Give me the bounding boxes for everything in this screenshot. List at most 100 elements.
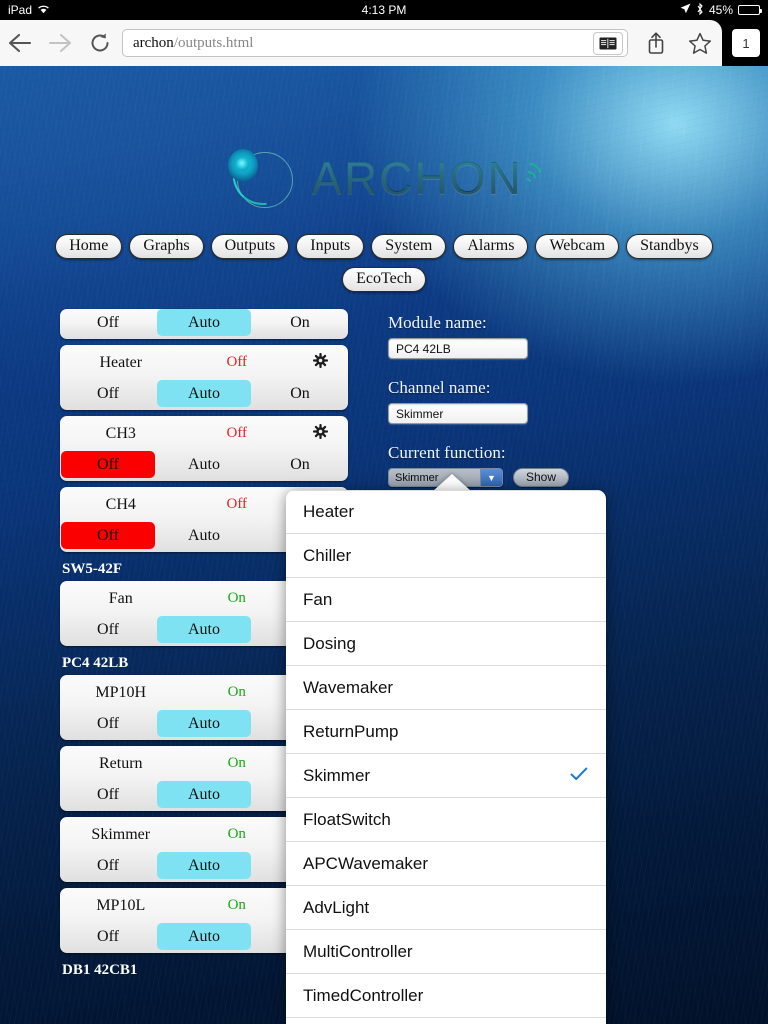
logo-signal-icon xyxy=(514,158,547,198)
output-status: On xyxy=(227,826,246,842)
popover-item-label: APCWavemaker xyxy=(303,853,429,873)
gear-icon[interactable] xyxy=(292,424,348,443)
popover-item-label: AdvLight xyxy=(303,897,370,917)
popover-item-floatswitch[interactable]: FloatSwitch xyxy=(286,798,606,842)
address-bar[interactable]: archon/outputs.html xyxy=(122,29,628,57)
nav-item-standbys[interactable]: Standbys xyxy=(626,234,713,259)
popover-item-skimmer[interactable]: Skimmer xyxy=(286,754,606,798)
output-status: Off xyxy=(226,496,248,512)
popover-item-label: Fan xyxy=(303,589,333,609)
nav-item-alarms[interactable]: Alarms xyxy=(453,234,529,259)
popover-item-multicontroller[interactable]: MultiController xyxy=(286,930,606,974)
module-name-input[interactable]: PC4 42LB xyxy=(388,338,528,359)
share-icon[interactable] xyxy=(634,20,678,66)
reload-icon[interactable] xyxy=(80,20,120,66)
channel-name-input[interactable]: Skimmer xyxy=(388,403,528,424)
mode-button-auto[interactable]: Auto xyxy=(157,781,251,808)
output-status: On xyxy=(227,755,246,771)
mode-button-off[interactable]: Off xyxy=(61,923,155,950)
popover-item-advlight[interactable]: AdvLight xyxy=(286,886,606,930)
mode-segmented-control: OffAutoOn xyxy=(60,451,348,478)
popover-item-chiller[interactable]: Chiller xyxy=(286,534,606,578)
popover-item-fan[interactable]: Fan xyxy=(286,578,606,622)
reader-view-icon[interactable] xyxy=(593,32,623,55)
mode-button-auto[interactable]: Auto xyxy=(157,616,251,643)
nav-item-webcam[interactable]: Webcam xyxy=(535,234,620,259)
popover-item-label: FloatSwitch xyxy=(303,809,391,829)
output-name: Heater xyxy=(99,353,143,371)
nav-item-system[interactable]: System xyxy=(371,234,447,259)
location-arrow-icon xyxy=(680,3,691,17)
popover-item-mlc[interactable]: MLC xyxy=(286,1018,606,1024)
output-status: On xyxy=(227,590,246,606)
mode-segmented-control: OffAutoOn xyxy=(60,309,348,336)
show-button[interactable]: Show xyxy=(513,468,570,487)
bookmark-star-icon[interactable] xyxy=(678,20,722,66)
nav-item-home[interactable]: Home xyxy=(55,234,123,259)
popover-item-timedcontroller[interactable]: TimedController xyxy=(286,974,606,1018)
clock: 4:13 PM xyxy=(361,3,407,17)
tab-count-badge[interactable]: 1 xyxy=(732,29,760,57)
output-name: Skimmer xyxy=(91,825,151,843)
output-name: CH3 xyxy=(105,424,136,442)
mode-button-auto[interactable]: Auto xyxy=(157,451,251,478)
popover-item-dosing[interactable]: Dosing xyxy=(286,622,606,666)
popover-item-apcwavemaker[interactable]: APCWavemaker xyxy=(286,842,606,886)
chevron-down-icon[interactable]: ▼ xyxy=(480,469,502,486)
output-name: Fan xyxy=(108,589,133,607)
mode-button-auto[interactable]: Auto xyxy=(157,923,251,950)
nav-row-primary: Home Graphs Outputs Inputs System Alarms Webca… xyxy=(0,234,768,259)
output-name: Return xyxy=(98,754,143,772)
module-name-label: Module name: xyxy=(388,313,487,332)
mode-button-auto[interactable]: Auto xyxy=(157,852,251,879)
site-logo: ARCHON xyxy=(0,144,768,212)
mode-button-off[interactable]: Off xyxy=(61,616,155,643)
popover-item-label: Skimmer xyxy=(303,765,371,785)
mode-button-on[interactable]: On xyxy=(253,380,347,407)
mode-button-off[interactable]: Off xyxy=(61,710,155,737)
popover-item-label: TimedController xyxy=(303,985,424,1005)
battery-icon xyxy=(738,5,762,15)
mode-button-auto[interactable]: Auto xyxy=(157,380,251,407)
output-row-header: Heater Off xyxy=(60,345,348,380)
mode-segmented-control: OffAutoOn xyxy=(60,380,348,407)
popover-item-wavemaker[interactable]: Wavemaker xyxy=(286,666,606,710)
mode-button-off[interactable]: Off xyxy=(61,380,155,407)
back-arrow-icon[interactable] xyxy=(0,20,40,66)
mode-button-on[interactable]: On xyxy=(253,309,347,336)
mode-button-off[interactable]: Off xyxy=(61,309,155,336)
archon-mark-icon xyxy=(221,146,307,210)
mode-button-off[interactable]: Off xyxy=(61,781,155,808)
popover-item-label: ReturnPump xyxy=(303,721,399,741)
current-function-popover: Heater Chiller Fan Dosing Wavemaker ReturnPum… xyxy=(286,490,606,1024)
popover-item-label: MultiController xyxy=(303,941,413,961)
popover-item-label: Wavemaker xyxy=(303,677,394,697)
output-name: MP10L xyxy=(96,896,146,914)
mode-button-off[interactable]: Off xyxy=(61,522,155,549)
forward-arrow-icon[interactable] xyxy=(40,20,80,66)
site-nav: Home Graphs Outputs Inputs System Alarms Webca… xyxy=(0,234,768,300)
output-status: On xyxy=(227,684,246,700)
status-right: 45% xyxy=(680,2,762,18)
nav-item-outputs[interactable]: Outputs xyxy=(210,234,290,259)
channel-name-label: Channel name: xyxy=(388,378,491,397)
popover-item-label: Dosing xyxy=(303,633,356,653)
mode-button-auto[interactable]: Auto xyxy=(157,522,251,549)
popover-item-heater[interactable]: Heater xyxy=(286,490,606,534)
mode-button-off[interactable]: Off xyxy=(61,852,155,879)
nav-item-ecotech[interactable]: EcoTech xyxy=(342,267,426,292)
battery-percent-label: 45% xyxy=(708,3,733,17)
nav-item-graphs[interactable]: Graphs xyxy=(129,234,204,259)
popover-item-label: Heater xyxy=(303,502,355,521)
channel-settings-form: Module name: PC4 42LB Channel name: Skim… xyxy=(388,313,638,487)
output-name: MP10H xyxy=(95,683,147,701)
output-name: CH4 xyxy=(105,495,136,513)
mode-button-auto[interactable]: Auto xyxy=(157,309,251,336)
output-row-header: CH3 Off xyxy=(60,416,348,451)
gear-icon[interactable] xyxy=(292,353,348,372)
mode-button-off[interactable]: Off xyxy=(61,451,155,478)
popover-item-returnpump[interactable]: ReturnPump xyxy=(286,710,606,754)
mode-button-on[interactable]: On xyxy=(253,451,347,478)
nav-item-inputs[interactable]: Inputs xyxy=(296,234,365,259)
mode-button-auto[interactable]: Auto xyxy=(157,710,251,737)
